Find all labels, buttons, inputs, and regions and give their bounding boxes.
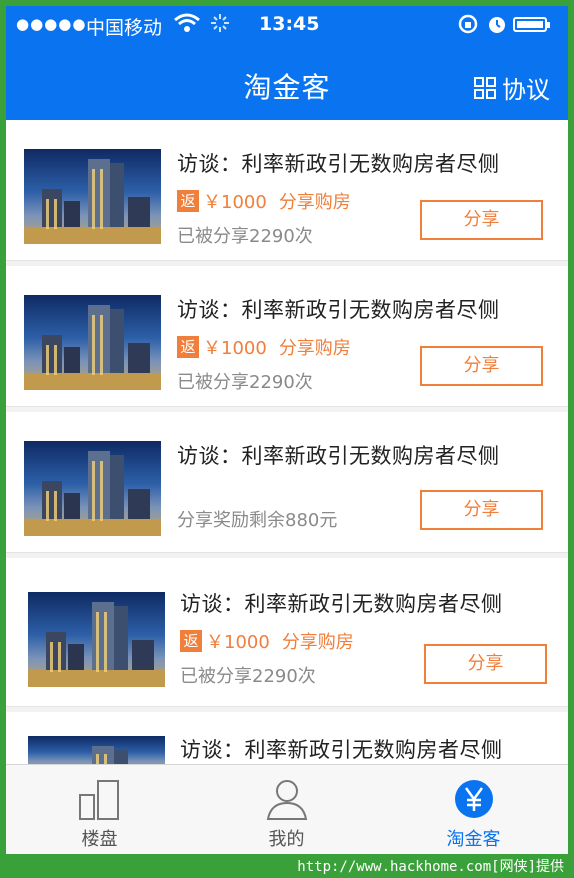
list-item[interactable]: 访谈：利率新政引无数购房者尽侧 分享奖励剩余880元 分享 [6,412,568,553]
item-title: 访谈：利率新政引无数购房者尽侧 [180,738,503,762]
reward-text: 分享购房 [278,192,351,213]
building-thumbnail [24,149,161,244]
battery-icon [513,17,550,32]
share-button[interactable]: 分享 [420,200,543,240]
navigation-bar: 淘金客 协议 [6,44,568,120]
activity-spinner-icon [209,12,231,39]
grid-icon [474,76,496,99]
reward-amount: ￥1000 [206,632,270,653]
watermark-text: http://www.hackhome.com[网侠]提供 [297,859,564,875]
rotation-lock-icon [457,13,479,40]
rebate-badge: 返 [180,630,202,652]
share-button[interactable]: 分享 [420,490,543,530]
item-title: 访谈：利率新政引无数购房者尽侧 [177,298,500,322]
reward-amount: ￥1000 [203,192,267,213]
reward-info: 返 ￥1000 分享购房 [177,188,351,214]
share-count: 已被分享2290次 [180,666,316,687]
tab-mine[interactable]: 我的 [193,765,380,854]
alarm-icon [486,13,508,40]
yen-icon [452,777,496,825]
share-count: 已被分享2290次 [177,226,313,247]
share-button[interactable]: 分享 [424,644,547,684]
tab-label: 淘金客 [446,829,501,850]
building-thumbnail [24,295,161,390]
share-count: 已被分享2290次 [177,372,313,393]
building-thumbnail [24,441,161,536]
reward-info: 返 ￥1000 分享购房 [180,628,354,654]
phone-screen: ●●●●● 中国移动 13:45 淘金客 协议 访谈：利率新政引无数购房者尽侧 … [6,6,568,854]
agreement-button[interactable]: 协议 [474,70,550,105]
status-time: 13:45 [259,13,320,35]
reward-text: 分享购房 [281,632,354,653]
reward-text: 分享购房 [278,338,351,359]
tab-bar: 楼盘 我的 淘金客 [6,764,568,854]
agreement-label: 协议 [502,76,550,104]
rebate-badge: 返 [177,336,199,358]
tab-loupan[interactable]: 楼盘 [6,765,193,854]
tab-label: 我的 [268,829,305,850]
item-title: 访谈：利率新政引无数购房者尽侧 [180,592,503,616]
reward-info: 返 ￥1000 分享购房 [177,334,351,360]
user-icon [265,777,309,825]
list-item[interactable]: 访谈：利率新政引无数购房者尽侧 返 ￥1000 分享购房 已被分享2290次 分… [6,266,568,407]
share-button[interactable]: 分享 [420,346,543,386]
carrier-name: 中国移动 [86,17,163,39]
wifi-icon [174,12,200,39]
status-bar: ●●●●● 中国移动 13:45 [6,6,568,44]
list-item[interactable]: 访谈：利率新政引无数购房者尽侧 [6,712,568,772]
watermark-bar: http://www.hackhome.com[网侠]提供 [0,854,574,878]
remaining-reward: 分享奖励剩余880元 [177,510,338,531]
list-item[interactable]: 访谈：利率新政引无数购房者尽侧 返 ￥1000 分享购房 已被分享2290次 分… [6,558,568,707]
tab-taojinke[interactable]: 淘金客 [380,765,567,854]
rebate-badge: 返 [177,190,199,212]
list-item[interactable]: 访谈：利率新政引无数购房者尽侧 返 ￥1000 分享购房 已被分享2290次 分… [6,120,568,261]
building-icon [78,777,122,825]
building-thumbnail [28,592,165,687]
item-title: 访谈：利率新政引无数购房者尽侧 [177,444,500,468]
signal-strength-icon: ●●●●● [16,15,87,33]
tab-label: 楼盘 [81,829,118,850]
reward-amount: ￥1000 [203,338,267,359]
item-title: 访谈：利率新政引无数购房者尽侧 [177,152,500,176]
